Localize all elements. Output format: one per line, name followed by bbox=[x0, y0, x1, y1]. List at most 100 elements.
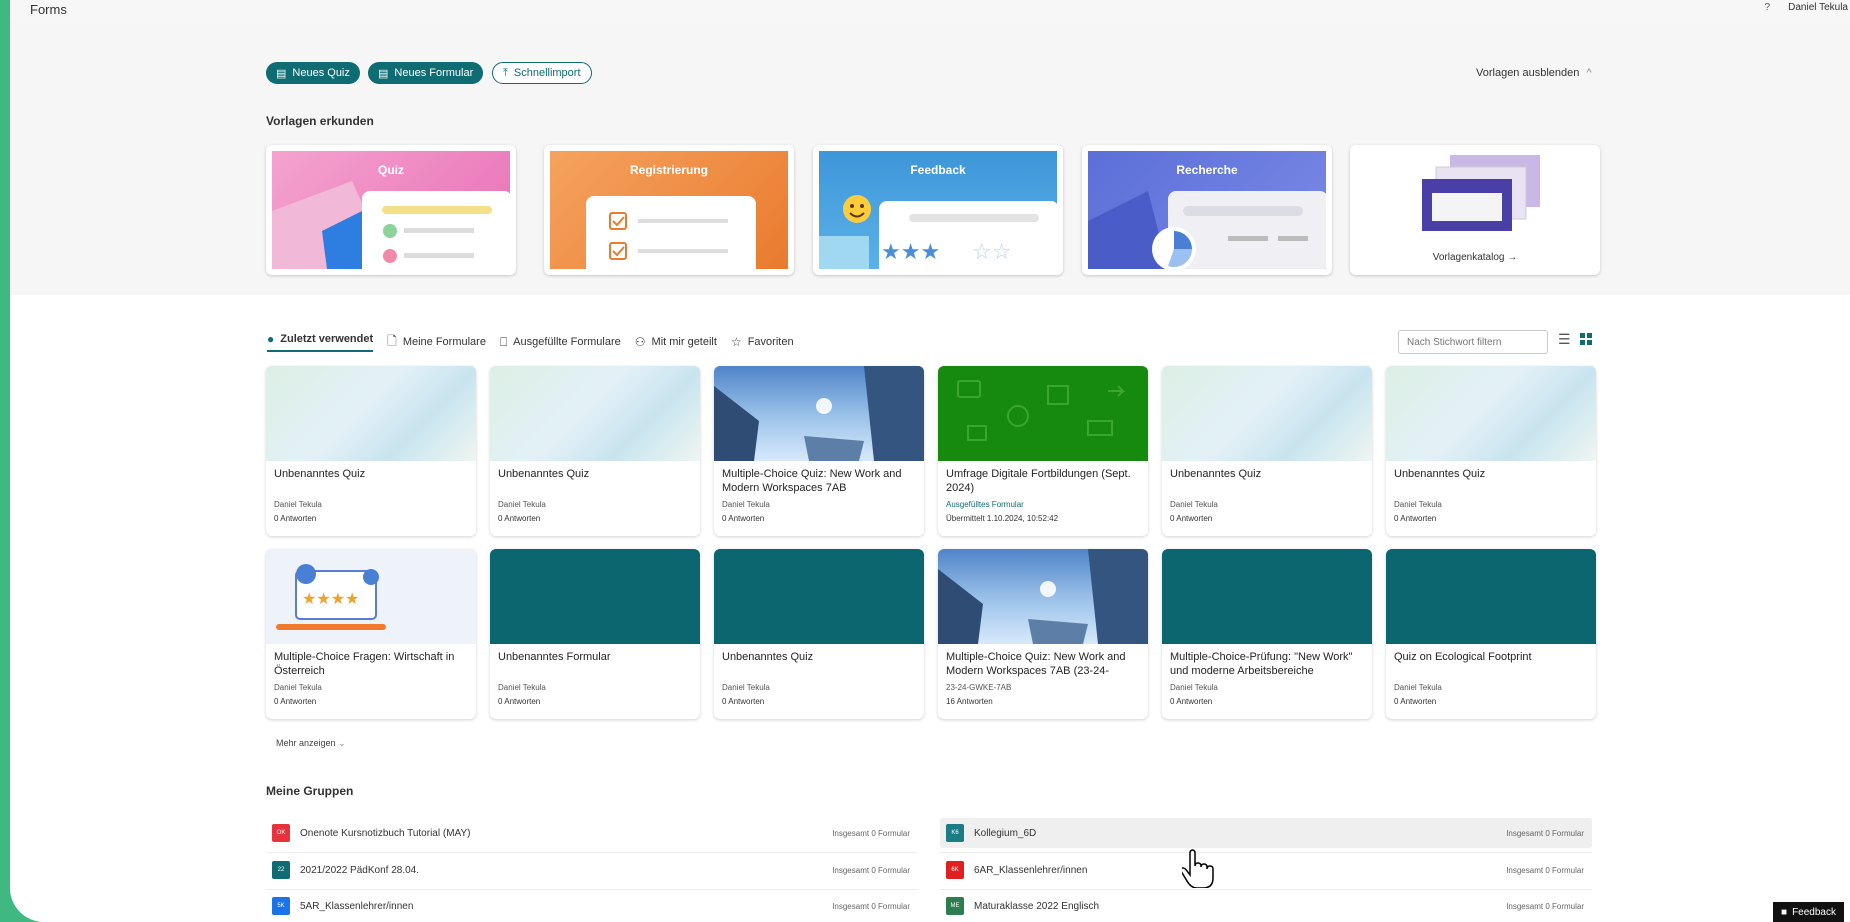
card-responses: 0 Antworten bbox=[1394, 697, 1437, 706]
tab-label: Favoriten bbox=[747, 336, 794, 348]
tab-shared[interactable]: ⚇ Mit mir geteilt bbox=[635, 332, 717, 352]
card-title: Unbenanntes Quiz bbox=[498, 468, 590, 480]
form-card[interactable]: Unbenanntes Quiz Daniel Tekula 0 Antwort… bbox=[490, 366, 700, 536]
group-icon: 5K bbox=[272, 897, 290, 915]
grid-view-icon[interactable] bbox=[1580, 333, 1592, 345]
tab-recent[interactable]: ● Zuletzt verwendet bbox=[267, 332, 374, 352]
form-card[interactable]: Unbenanntes Quiz Daniel Tekula 0 Antwort… bbox=[1162, 366, 1372, 536]
card-thumbnail bbox=[1162, 549, 1372, 644]
group-row[interactable]: ME Maturaklasse 2022 Englisch Insgesamt … bbox=[940, 891, 1592, 921]
card-title: Unbenanntes Quiz bbox=[274, 468, 366, 480]
card-group: 23-24-GWKE-7AB bbox=[946, 683, 1012, 692]
hide-templates-button[interactable]: Vorlagen ausblenden ^ bbox=[1476, 67, 1592, 79]
card-responses: 0 Antworten bbox=[274, 697, 317, 706]
forms-window: Forms ? Daniel Tekula ▤ Neues Quiz ▤ Neu… bbox=[10, 0, 1850, 922]
form-card[interactable]: ★★★★ Multiple-Choice Fragen: Wirtschaft … bbox=[266, 549, 476, 719]
card-thumbnail bbox=[1386, 549, 1596, 644]
tab-label: Mit mir geteilt bbox=[651, 336, 717, 348]
form-card[interactable]: Unbenanntes Formular Daniel Tekula 0 Ant… bbox=[490, 549, 700, 719]
card-responses: 0 Antworten bbox=[274, 514, 317, 523]
card-responses: 0 Antworten bbox=[722, 514, 765, 523]
group-count: Insgesamt 0 Formular bbox=[832, 865, 910, 875]
help-icon[interactable]: ? bbox=[1764, 2, 1770, 13]
group-icon: 22 bbox=[272, 861, 290, 879]
catalog-illustration bbox=[1422, 155, 1540, 231]
template-catalog[interactable]: Vorlagenkatalog → bbox=[1350, 145, 1600, 275]
form-card[interactable]: Umfrage Digitale Fortbildungen (Sept. 20… bbox=[938, 366, 1148, 536]
hide-templates-label: Vorlagen ausblenden bbox=[1476, 67, 1580, 79]
card-thumbnail bbox=[714, 366, 924, 461]
form-card[interactable]: Quiz on Ecological Footprint Daniel Teku… bbox=[1386, 549, 1596, 719]
bookmark-icon: ⎕ bbox=[499, 334, 508, 349]
template-registration[interactable]: Registrierung bbox=[544, 145, 794, 275]
card-owner: Daniel Tekula bbox=[1394, 683, 1442, 692]
tab-label: Meine Formulare bbox=[402, 336, 486, 348]
card-owner: Daniel Tekula bbox=[1170, 683, 1218, 692]
template-label: Registrierung bbox=[629, 163, 708, 177]
document-icon: 🗋 bbox=[387, 333, 397, 348]
skyscraper-image bbox=[714, 366, 924, 461]
template-quiz[interactable]: Quiz bbox=[266, 145, 516, 275]
tab-filled-forms[interactable]: ⎕ Ausgefüllte Formulare bbox=[500, 332, 621, 352]
template-research[interactable]: Recherche bbox=[1082, 145, 1332, 275]
chevron-up-icon: ^ bbox=[1586, 67, 1592, 79]
group-count: Insgesamt 0 Formular bbox=[832, 901, 910, 911]
new-form-button[interactable]: ▤ Neues Formular bbox=[368, 62, 484, 84]
form-card[interactable]: Multiple-Choice Quiz: New Work and Moder… bbox=[938, 549, 1148, 719]
card-responses: 0 Antworten bbox=[498, 697, 541, 706]
feedback-button[interactable]: ■ Feedback bbox=[1773, 902, 1844, 922]
group-row[interactable]: 22 2021/2022 PädKonf 28.04. Insgesamt 0 … bbox=[266, 855, 918, 885]
form-card[interactable]: Unbenanntes Quiz Daniel Tekula 0 Antwort… bbox=[266, 366, 476, 536]
group-row[interactable]: 6K 6AR_Klassenlehrer/innen Insgesamt 0 F… bbox=[940, 855, 1592, 885]
templates-heading: Vorlagen erkunden bbox=[266, 114, 374, 128]
card-thumbnail bbox=[938, 549, 1148, 644]
group-icon: ME bbox=[946, 897, 964, 915]
card-owner: Daniel Tekula bbox=[274, 500, 322, 509]
tab-label: Ausgefüllte Formulare bbox=[513, 336, 621, 348]
card-responses: 0 Antworten bbox=[722, 697, 765, 706]
group-count: Insgesamt 0 Formular bbox=[1506, 901, 1584, 911]
group-icon: OK bbox=[272, 824, 290, 842]
skyscraper-image bbox=[938, 549, 1148, 644]
pattern-image bbox=[957, 380, 1126, 441]
card-owner: Daniel Tekula bbox=[1170, 500, 1218, 509]
form-card[interactable]: Multiple-Choice Quiz: New Work and Moder… bbox=[714, 366, 924, 536]
card-title: Multiple-Choice-Prüfung: "New Work" und … bbox=[1170, 651, 1353, 677]
people-icon: ⚇ bbox=[634, 335, 646, 349]
template-label: Recherche bbox=[1176, 163, 1238, 177]
card-responses: 0 Antworten bbox=[1170, 514, 1213, 523]
form-card[interactable]: Unbenanntes Quiz Daniel Tekula 0 Antwort… bbox=[714, 549, 924, 719]
new-quiz-label: Neues Quiz bbox=[292, 67, 350, 79]
form-card[interactable]: Multiple-Choice-Prüfung: "New Work" und … bbox=[1162, 549, 1372, 719]
new-form-label: Neues Formular bbox=[394, 67, 474, 79]
group-row[interactable]: 5K 5AR_Klassenlehrer/innen Insgesamt 0 F… bbox=[266, 891, 918, 921]
tab-my-forms[interactable]: 🗋 Meine Formulare bbox=[387, 332, 486, 352]
group-name: 2021/2022 PädKonf 28.04. bbox=[300, 864, 419, 876]
catalog-link: Vorlagenkatalog → bbox=[1432, 252, 1518, 263]
card-thumbnail bbox=[1162, 366, 1372, 461]
form-card[interactable]: Unbenanntes Quiz Daniel Tekula 0 Antwort… bbox=[1386, 366, 1596, 536]
divider bbox=[940, 852, 1592, 853]
group-row[interactable]: OK Onenote Kursnotizbuch Tutorial (MAY) … bbox=[266, 818, 918, 848]
group-count: Insgesamt 0 Formular bbox=[1506, 828, 1584, 838]
card-title: Multiple-Choice Fragen: Wirtschaft in Ös… bbox=[274, 651, 455, 677]
quick-import-button[interactable]: ⤒ Schnellimport bbox=[492, 62, 592, 84]
group-row[interactable]: K6 Kollegium_6D Insgesamt 0 Formular bbox=[940, 818, 1592, 848]
card-owner: Daniel Tekula bbox=[722, 683, 770, 692]
keyword-filter-input[interactable] bbox=[1398, 330, 1548, 354]
user-name[interactable]: Daniel Tekula bbox=[1788, 2, 1848, 13]
card-thumbnail bbox=[938, 366, 1148, 461]
form-icon: ▤ bbox=[378, 67, 389, 80]
divider bbox=[266, 852, 918, 853]
card-thumbnail bbox=[266, 366, 476, 461]
comment-icon: ■ bbox=[1781, 906, 1788, 918]
card-title: Multiple-Choice Quiz: New Work and Moder… bbox=[946, 651, 1126, 677]
template-feedback[interactable]: ★★★ ☆☆ Feedback bbox=[813, 145, 1063, 275]
app-title[interactable]: Forms bbox=[30, 2, 67, 17]
new-quiz-button[interactable]: ▤ Neues Quiz bbox=[266, 62, 360, 84]
tab-favorites[interactable]: ☆ Favoriten bbox=[731, 332, 794, 352]
card-thumbnail bbox=[490, 366, 700, 461]
clock-icon: ● bbox=[267, 332, 275, 346]
show-more-button[interactable]: Mehr anzeigen ⌄ bbox=[276, 738, 346, 749]
list-view-icon[interactable]: ☰ bbox=[1558, 331, 1571, 348]
